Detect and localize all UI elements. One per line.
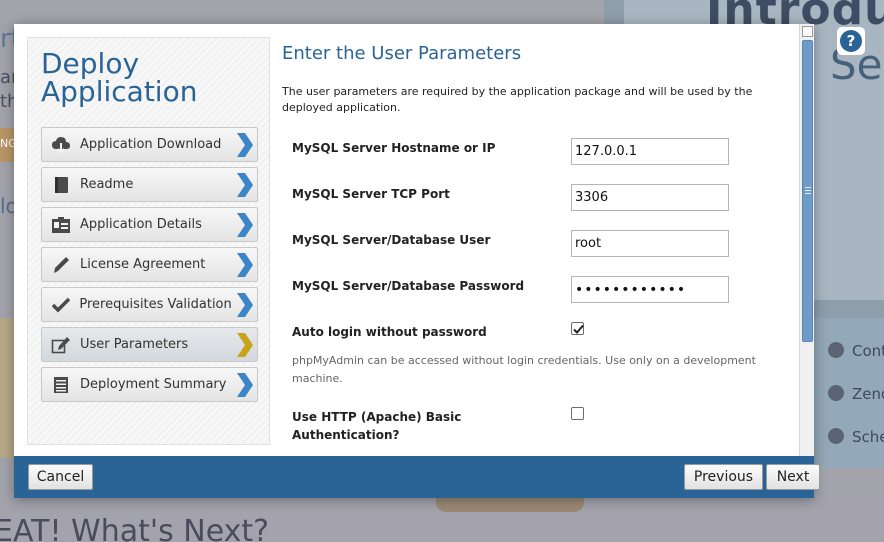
- background-right-item: Sche: [828, 428, 884, 446]
- list-icon: [50, 374, 72, 396]
- background-item-icon: [828, 385, 844, 401]
- background-right-item-label: Zend: [852, 385, 884, 403]
- background-item-icon: [828, 342, 844, 358]
- background-orange-button: NG: [0, 128, 17, 162]
- chevron-right-icon: [231, 128, 257, 161]
- step-license-agreement[interactable]: License Agreement: [41, 247, 258, 282]
- db-password-label: MySQL Server/Database Password: [292, 279, 525, 293]
- background-item-icon: [828, 428, 844, 444]
- port-input[interactable]: [571, 184, 729, 211]
- http-auth-checkbox[interactable]: [571, 407, 584, 420]
- step-application-details[interactable]: Application Details: [41, 207, 258, 242]
- step-label: Prerequisites Validation: [79, 297, 232, 312]
- db-password-input[interactable]: [571, 276, 729, 303]
- port-label: MySQL Server TCP Port: [292, 187, 450, 201]
- user-parameters-form: Enter the User Parameters The user param…: [282, 24, 800, 456]
- background-tab: [436, 498, 584, 512]
- background-right-item: Cont: [828, 342, 884, 360]
- step-label: Readme: [80, 177, 134, 192]
- background-right-item-label: Sche: [852, 428, 884, 446]
- step-label: Application Details: [80, 217, 202, 232]
- scroll-thumb[interactable]: [802, 40, 813, 342]
- background-right-item-label: Cont: [852, 342, 884, 360]
- chevron-right-icon: [231, 208, 257, 241]
- chevron-right-icon: [231, 368, 257, 401]
- step-user-parameters[interactable]: User Parameters: [41, 327, 258, 362]
- dialog-footer: Cancel Previous Next: [14, 456, 820, 498]
- auto-login-checkbox[interactable]: [571, 322, 584, 335]
- http-auth-label-line: Use HTTP (Apache) Basic: [292, 410, 462, 424]
- chevron-right-icon: [231, 248, 257, 281]
- checkmark-icon: [50, 294, 71, 316]
- content-scrollbar[interactable]: [799, 24, 814, 456]
- background-right-item: Zend: [828, 385, 884, 403]
- pen-icon: [50, 254, 72, 276]
- help-icon: ?: [840, 30, 862, 52]
- wizard-title: Deploy Application: [41, 50, 197, 106]
- auto-login-label: Auto login without password: [292, 325, 487, 339]
- chevron-right-icon: [231, 328, 257, 361]
- form-description: The user parameters are required by the …: [282, 85, 753, 114]
- hostname-label: MySQL Server Hostname or IP: [292, 141, 496, 155]
- step-prerequisites-validation[interactable]: Prerequisites Validation: [41, 287, 258, 322]
- scroll-up-button[interactable]: [802, 26, 813, 37]
- next-button[interactable]: Next: [766, 464, 820, 490]
- wizard-title-line: Deploy: [41, 47, 140, 80]
- scroll-grip: [805, 187, 811, 188]
- background-left-strip: [0, 318, 14, 458]
- step-label: User Parameters: [80, 337, 189, 352]
- chevron-right-icon: [232, 288, 257, 321]
- step-label: Deployment Summary: [80, 377, 227, 392]
- form-title: Enter the User Parameters: [282, 43, 522, 64]
- wizard-title-line: Application: [41, 75, 198, 108]
- cancel-button[interactable]: Cancel: [28, 464, 93, 490]
- id-card-icon: [50, 214, 72, 236]
- http-auth-label: Use HTTP (Apache) Basic Authentication?: [292, 408, 461, 444]
- wizard-sidebar: Deploy Application Application Download …: [27, 37, 270, 445]
- db-user-label: MySQL Server/Database User: [292, 233, 491, 247]
- step-label: License Agreement: [80, 257, 206, 272]
- cloud-download-icon: [50, 134, 72, 156]
- http-auth-label-line: Authentication?: [292, 428, 400, 442]
- db-user-input[interactable]: [571, 230, 729, 257]
- previous-button[interactable]: Previous: [684, 464, 763, 490]
- help-button[interactable]: ?: [837, 27, 865, 55]
- step-readme[interactable]: Readme: [41, 167, 258, 202]
- chevron-right-icon: [231, 168, 257, 201]
- step-label: Application Download: [80, 137, 222, 152]
- deploy-application-dialog: Deploy Application Application Download …: [14, 24, 820, 498]
- step-deployment-summary[interactable]: Deployment Summary: [41, 367, 258, 402]
- book-icon: [50, 174, 72, 196]
- checkmark-icon: [573, 324, 584, 334]
- step-application-download[interactable]: Application Download: [41, 127, 258, 162]
- background-bottom-heading: EAT! What's Next?: [0, 514, 270, 542]
- edit-icon: [50, 334, 72, 356]
- auto-login-help: phpMyAdmin can be accessed without login…: [292, 354, 756, 385]
- hostname-input[interactable]: [571, 138, 729, 165]
